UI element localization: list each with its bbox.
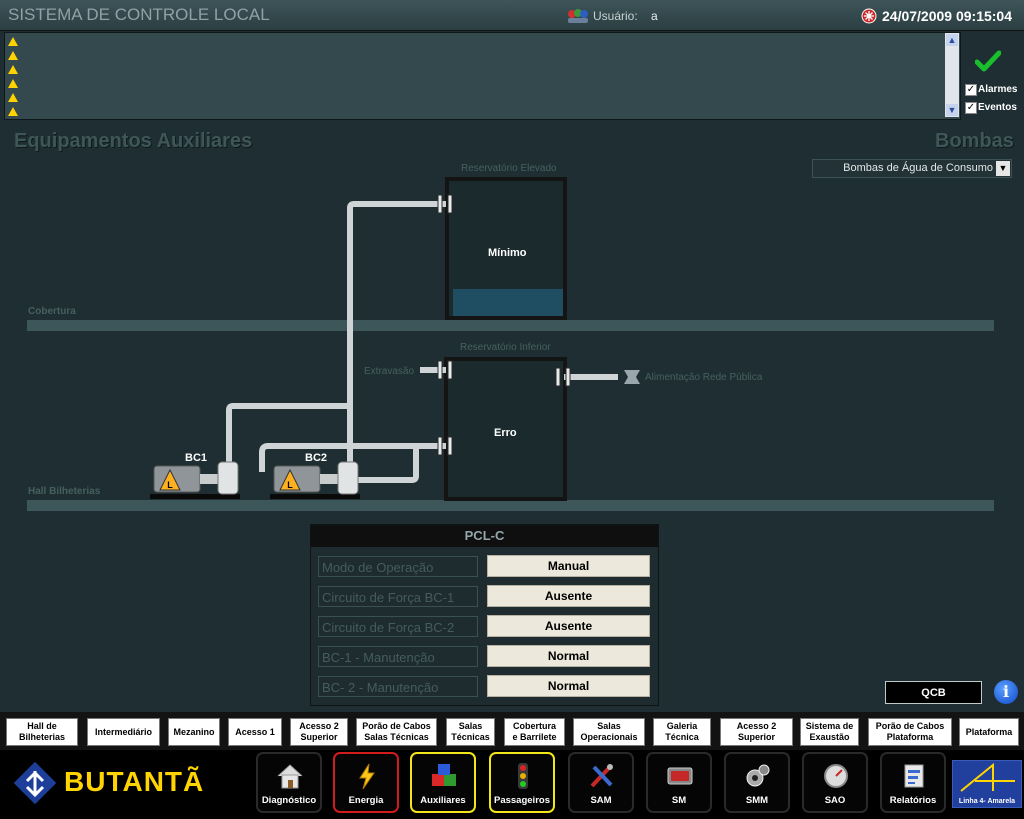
module-label: SAO: [824, 795, 846, 806]
module-label: Passageiros: [494, 795, 550, 806]
pcl-title: PCL-C: [311, 525, 658, 547]
line-label: Linha 4- Amarela: [958, 798, 1016, 805]
gauge-icon: [824, 764, 848, 788]
pump-bc2[interactable]: L: [268, 456, 364, 505]
nav-galeria-tecnica[interactable]: Galeria Técnica: [653, 718, 711, 746]
module-energia[interactable]: Energia: [333, 752, 399, 813]
module-label: Relatórios: [889, 795, 937, 806]
pcl-value-power-bc2: Ausente: [487, 615, 650, 637]
svg-text:L: L: [167, 480, 173, 490]
traffic-light-icon: [518, 763, 528, 789]
nav-porao-cabos-salas-tecnicas[interactable]: Porão de Cabos Salas Técnicas: [356, 718, 437, 746]
nav-sistema-exaustao[interactable]: Sistema de Exaustão: [800, 718, 859, 746]
svg-text:L: L: [287, 480, 293, 490]
pcl-label-maint-bc1: BC-1 - Manutenção: [318, 646, 478, 667]
report-icon: [904, 764, 924, 788]
nav-acesso-2-superior[interactable]: Acesso 2 Superior: [290, 718, 348, 746]
pcl-value-maint-bc2: Normal: [487, 675, 650, 697]
module-label: Energia: [348, 795, 384, 806]
module-auxiliares[interactable]: Auxiliares: [410, 752, 476, 813]
pipe-network: [226, 194, 640, 485]
nav-mezanino[interactable]: Mezanino: [168, 718, 220, 746]
module-sao[interactable]: SAO: [802, 752, 868, 813]
info-icon[interactable]: i: [994, 680, 1018, 704]
module-relatorios[interactable]: Relatórios: [880, 752, 946, 813]
tools-icon: [590, 764, 613, 788]
nav-intermediario[interactable]: Intermediário: [87, 718, 160, 746]
nav-cobertura-barrilete[interactable]: Cobertura e Barrilete: [504, 718, 565, 746]
pump-bc1[interactable]: L: [148, 456, 244, 505]
station-name: BUTANTÃ: [64, 766, 205, 797]
module-diagnostico[interactable]: Diagnóstico: [256, 752, 322, 813]
pcl-value-mode: Manual: [487, 555, 650, 577]
module-sm[interactable]: SM: [646, 752, 712, 813]
pcl-label-mode: Modo de Operação: [318, 556, 478, 577]
line-4-logo: Linha 4- Amarela: [952, 760, 1022, 808]
module-label: SM: [671, 795, 687, 806]
module-label: Diagnóstico: [261, 795, 317, 806]
nav-plataforma[interactable]: Plataforma: [959, 718, 1019, 746]
house-icon: [277, 764, 303, 789]
module-smm[interactable]: SMM: [724, 752, 790, 813]
line-4-logo-icon: [960, 762, 1015, 792]
nav-hall-bilheterias[interactable]: Hall de Bilheterias: [6, 718, 78, 746]
monitor-icon: [667, 767, 693, 785]
gears-icon: [746, 764, 770, 787]
module-passageiros[interactable]: Passageiros: [489, 752, 555, 813]
module-label: Auxiliares: [420, 795, 466, 806]
pcl-label-power-bc1: Circuito de Força BC-1: [318, 586, 478, 607]
module-sam[interactable]: SAM: [568, 752, 634, 813]
nav-salas-tecnicas[interactable]: Salas Técnicas: [446, 718, 495, 746]
qcb-button[interactable]: QCB: [885, 681, 982, 704]
lightning-icon: [359, 763, 375, 790]
module-label: SMM: [745, 795, 769, 806]
module-label: SAM: [590, 795, 612, 806]
metro-logo-icon: [13, 761, 57, 809]
pcl-label-power-bc2: Circuito de Força BC-2: [318, 616, 478, 637]
nav-salas-operacionais[interactable]: Salas Operacionais: [573, 718, 645, 746]
nav-porao-cabos-plataforma[interactable]: Porão de Cabos Plataforma: [868, 718, 952, 746]
nav-acesso-2-superior-b[interactable]: Acesso 2 Superior: [720, 718, 793, 746]
nav-acesso-1[interactable]: Acesso 1: [228, 718, 282, 746]
supply-arrow-icon: [624, 370, 640, 384]
pcl-panel: PCL-C Modo de Operação Manual Circuito d…: [310, 524, 659, 706]
pcl-label-maint-bc2: BC- 2 - Manutenção: [318, 676, 478, 697]
cubes-icon: [432, 764, 456, 786]
pcl-value-power-bc1: Ausente: [487, 585, 650, 607]
pcl-value-maint-bc1: Normal: [487, 645, 650, 667]
